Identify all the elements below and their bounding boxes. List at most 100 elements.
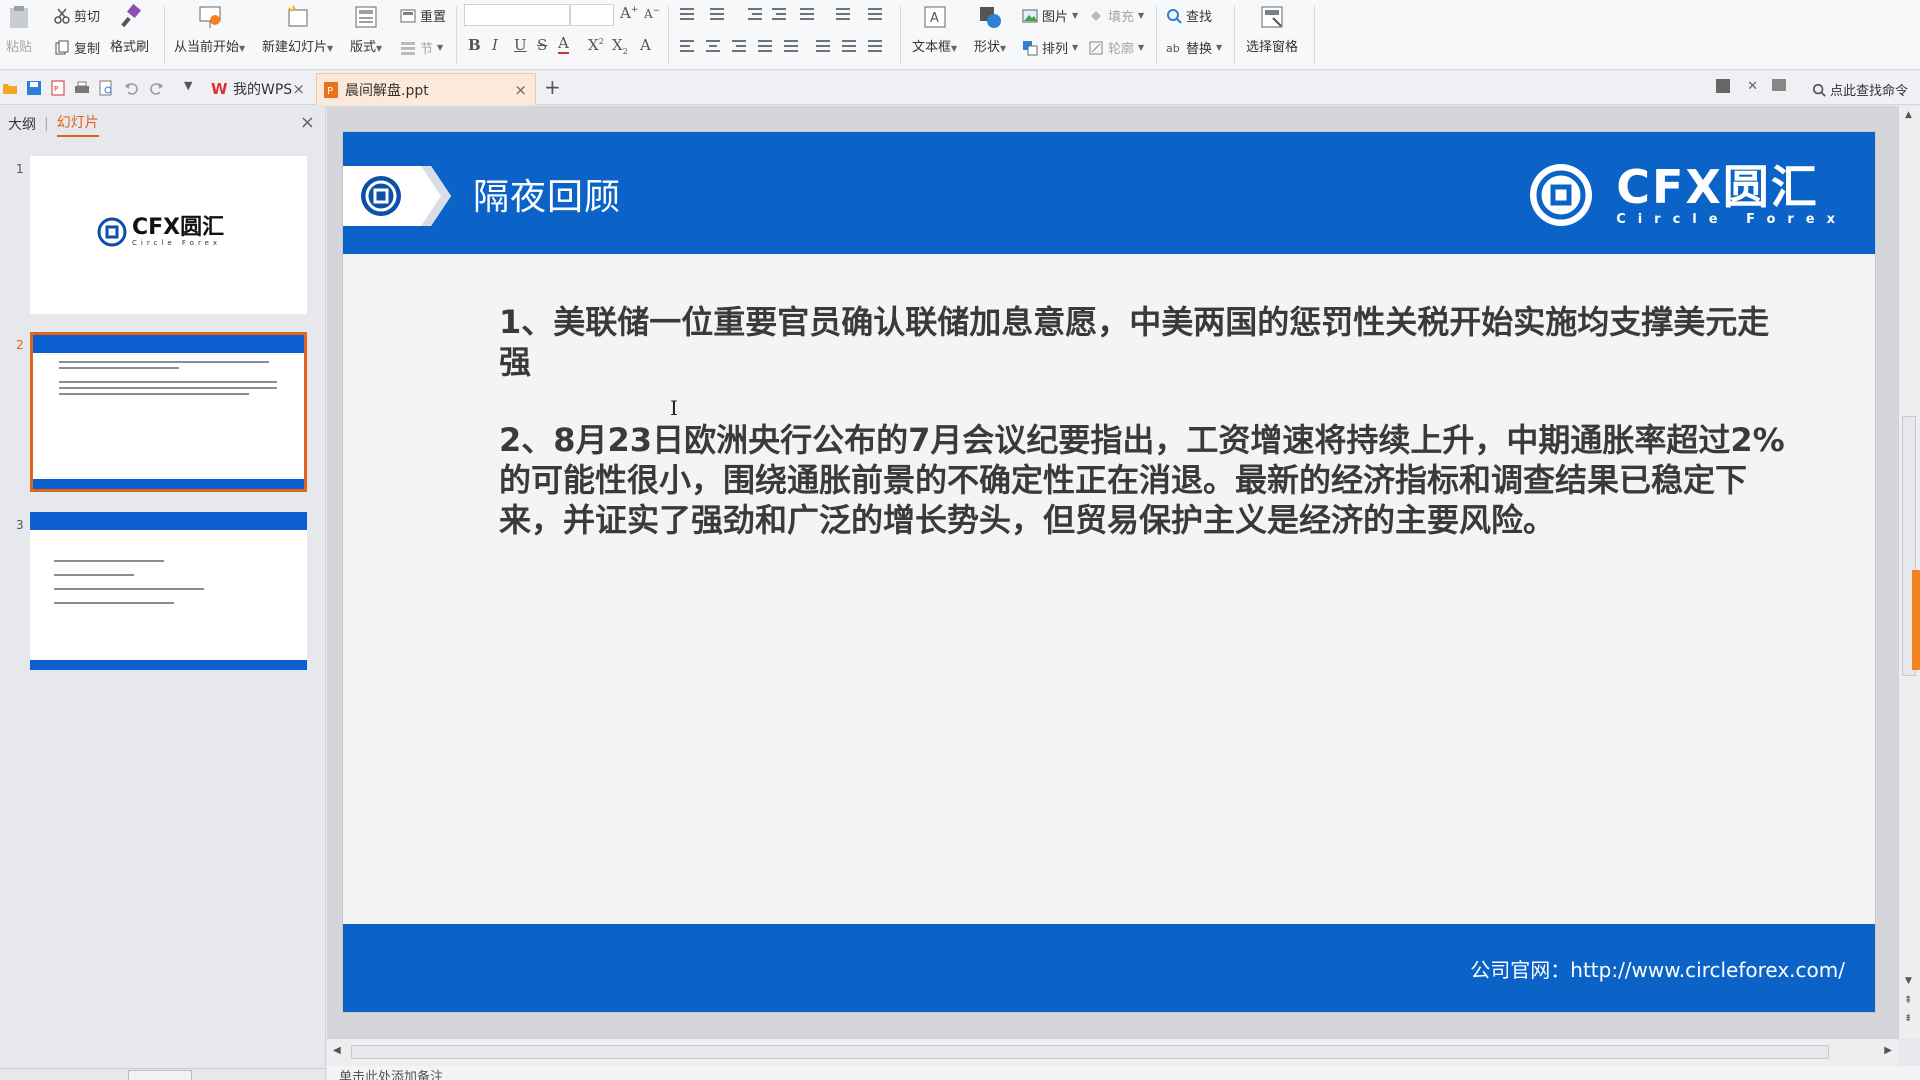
shape-icon — [980, 7, 1002, 28]
new-slide-icon — [287, 5, 308, 27]
justify-icon[interactable] — [756, 38, 774, 54]
scroll-down-icon[interactable]: ▼ — [1905, 976, 1912, 986]
shrink-font-icon[interactable]: A− — [644, 6, 660, 21]
open-folder-icon[interactable] — [2, 80, 18, 96]
svg-text:P: P — [327, 86, 333, 97]
print-preview-icon[interactable] — [98, 80, 114, 96]
close-icon[interactable]: × — [514, 81, 527, 99]
tab-my-wps[interactable]: W 我的WPS × — [205, 73, 313, 105]
picture-button[interactable]: 图片 ▼ — [1022, 6, 1078, 25]
search-icon — [1167, 8, 1182, 24]
paste-icon — [10, 6, 28, 28]
print-icon[interactable] — [74, 80, 90, 96]
copy-button[interactable]: 复制 — [54, 38, 100, 57]
section-button[interactable]: 节 ▼ — [400, 38, 443, 57]
paragraph-2[interactable]: 2、8月23日欧洲央行公布的7月会议纪要指出，工资增速将持续上升，中期通胀率超过… — [499, 420, 1799, 540]
layout-button[interactable]: 版式▼ — [350, 4, 382, 55]
notes-placeholder: 单击此处添加备注 — [339, 1070, 444, 1080]
font-color-icon[interactable]: A — [558, 34, 569, 54]
export-pdf-icon[interactable]: P — [50, 80, 66, 96]
redo-icon[interactable] — [148, 80, 164, 96]
strikethrough-icon[interactable]: S — [537, 36, 547, 54]
align-left-icon[interactable] — [678, 38, 696, 54]
next-slide-icon[interactable]: ⇟ — [1904, 1013, 1912, 1024]
paragraph-1[interactable]: 1、美联储一位重要官员确认联储加息意愿，中美两国的惩罚性关税开始实施均支撑美元走… — [499, 302, 1799, 382]
bullets-icon[interactable] — [678, 6, 696, 22]
save-icon[interactable] — [26, 80, 42, 96]
slide-thumbnail-2[interactable] — [30, 332, 307, 492]
close-icon[interactable]: × — [292, 80, 305, 98]
numbering-icon[interactable] — [708, 6, 726, 22]
panel-resize-handle[interactable] — [128, 1070, 192, 1080]
increase-indent-icon[interactable] — [770, 6, 788, 22]
horizontal-scroll-thumb[interactable] — [351, 1045, 1829, 1059]
columns-icon[interactable] — [798, 6, 816, 22]
paragraph-settings-icon[interactable] — [866, 38, 884, 54]
notes-pane[interactable]: 单击此处添加备注 — [327, 1066, 1920, 1080]
scroll-left-icon[interactable]: ◀ — [333, 1045, 341, 1056]
slide-canvas[interactable]: 隔夜回顾 CFX圆汇 Circle Forex 1、美联储一位重要官员确认联储加… — [343, 132, 1875, 1012]
grow-font-icon[interactable]: A+ — [620, 4, 638, 22]
scroll-right-icon[interactable]: ▶ — [1884, 1045, 1892, 1056]
copy-icon — [55, 40, 69, 54]
italic-icon[interactable]: I — [492, 36, 498, 54]
slide-number: 1 — [16, 162, 24, 176]
brand-logo: CFX圆汇 Circle Forex — [1528, 162, 1847, 228]
decrease-indent-icon[interactable] — [746, 6, 764, 22]
feedback-icon[interactable] — [1772, 79, 1786, 91]
slide-title[interactable]: 隔夜回顾 — [473, 168, 621, 220]
close-icon[interactable]: × — [300, 112, 315, 133]
scissors-icon — [54, 8, 70, 24]
superscript-icon[interactable]: X2 — [588, 36, 604, 54]
slide-thumbnail-3[interactable] — [30, 512, 307, 670]
outline-icon — [1089, 41, 1103, 54]
replace-button[interactable]: ab 替换 ▼ — [1166, 38, 1222, 58]
divider — [456, 6, 457, 64]
scroll-up-icon[interactable]: ▲ — [1905, 110, 1912, 120]
play-from-current-button[interactable]: 从当前开始▼ — [174, 4, 245, 55]
previous-slide-icon[interactable]: ⇞ — [1904, 995, 1912, 1006]
selection-pane-button[interactable]: 选择窗格 — [1246, 4, 1298, 55]
divider — [1314, 6, 1315, 64]
textbox-button[interactable]: A 文本框▼ — [912, 4, 957, 55]
cut-button[interactable]: 剪切 — [54, 6, 100, 25]
align-center-icon[interactable] — [704, 38, 722, 54]
undo-icon[interactable] — [124, 80, 140, 96]
shape-button[interactable]: 形状▼ — [974, 4, 1006, 55]
bold-icon[interactable]: B — [468, 36, 481, 54]
find-command-search[interactable]: 点此查找命令 — [1812, 80, 1908, 99]
format-painter-button[interactable]: 格式刷 — [110, 4, 149, 55]
outline-button[interactable]: 轮廓 ▼ — [1088, 38, 1144, 57]
font-name-select[interactable] — [464, 4, 570, 26]
slide-thumbnail-1[interactable]: CFX圆汇 Circle Forex — [30, 156, 307, 314]
side-tab-marker[interactable] — [1912, 570, 1920, 670]
find-button[interactable]: 查找 — [1166, 6, 1212, 25]
tab-document[interactable]: P 晨间解盘.ppt × — [316, 73, 536, 105]
underline-icon[interactable]: U — [514, 36, 527, 54]
reset-button[interactable]: 重置 — [400, 6, 446, 25]
new-tab-plus-icon[interactable]: + — [544, 75, 561, 99]
thumb-footer — [33, 479, 304, 489]
font-size-select[interactable] — [570, 4, 614, 26]
slide-body-textbox[interactable]: 1、美联储一位重要官员确认联储加息意愿，中美两国的惩罚性关税开始实施均支撑美元走… — [499, 302, 1799, 578]
footer-website-text[interactable]: 公司官网：http://www.circleforex.com/ — [1470, 954, 1845, 983]
horizontal-scrollbar[interactable]: ◀ ▶ — [327, 1038, 1898, 1066]
tab-outline[interactable]: 大纲 — [8, 114, 36, 134]
fill-button[interactable]: 填充 ▼ — [1088, 6, 1144, 25]
line-spacing-icon[interactable] — [814, 38, 832, 54]
paste-button[interactable]: 粘贴 — [6, 4, 32, 55]
subscript-icon[interactable]: X2 — [612, 36, 628, 56]
skin-icon[interactable] — [1716, 79, 1730, 93]
text-size-icon[interactable] — [866, 6, 884, 22]
paragraph-spacing-icon[interactable] — [840, 38, 858, 54]
tab-slides[interactable]: 幻灯片 — [56, 112, 99, 137]
clear-format-icon[interactable]: A — [640, 36, 651, 54]
text-direction-icon[interactable] — [834, 6, 852, 22]
svg-text:P: P — [54, 85, 58, 93]
arrange-button[interactable]: 排列 ▼ — [1022, 38, 1078, 57]
align-right-icon[interactable] — [730, 38, 748, 54]
distributed-icon[interactable] — [782, 38, 800, 54]
customize-toolbar-chevron-icon[interactable]: ▼ — [184, 79, 200, 95]
new-slide-button[interactable]: 新建幻灯片▼ — [262, 4, 333, 55]
pin-icon[interactable]: ✕ — [1747, 79, 1758, 94]
